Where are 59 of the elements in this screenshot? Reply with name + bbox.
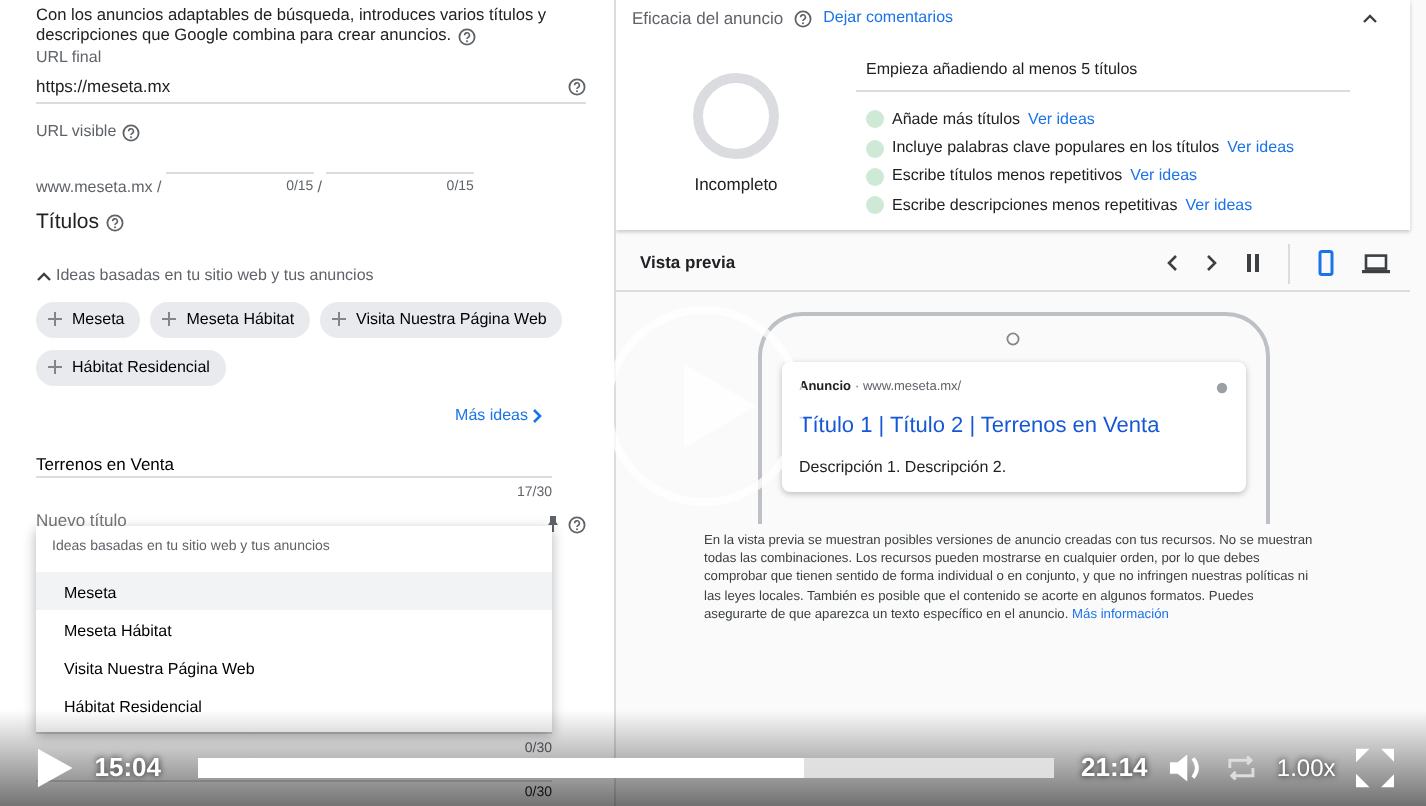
- help-icon[interactable]: [457, 27, 476, 46]
- ideas-link[interactable]: Ver ideas: [1028, 107, 1095, 132]
- feedback-link[interactable]: Dejar comentarios: [823, 6, 954, 31]
- plus-icon: [48, 360, 62, 375]
- ring-icon: [688, 67, 784, 164]
- duration-time: 21:14: [1081, 750, 1148, 787]
- plus-icon: [48, 312, 62, 327]
- ideas-link[interactable]: Ver ideas: [1130, 164, 1198, 189]
- idea-chip[interactable]: Meseta: [36, 301, 141, 338]
- tip-text: Escribe títulos menos repetitivos: [892, 164, 1123, 189]
- dropdown-item[interactable]: Meseta: [36, 571, 552, 609]
- dropdown-item[interactable]: Hábitat Residencial: [36, 685, 552, 723]
- chevron-right-icon[interactable]: [532, 407, 542, 424]
- plus-icon: [162, 312, 177, 327]
- chevron-left-icon[interactable]: [1166, 254, 1178, 272]
- title-input-field[interactable]: Terrenos en Venta: [36, 451, 552, 478]
- field-label: URL visible: [36, 122, 117, 141]
- idea-chip[interactable]: Visita Nuestra Página Web: [320, 301, 563, 338]
- idea-chip[interactable]: Hábitat Residencial: [36, 349, 226, 386]
- ideas-link[interactable]: Ver ideas: [1227, 136, 1295, 161]
- ideas-link[interactable]: Ver ideas: [1185, 193, 1253, 218]
- camera-icon: [1006, 332, 1020, 346]
- pin-icon[interactable]: [548, 516, 558, 533]
- url-separator-text: /: [317, 175, 322, 200]
- chevron-right-icon[interactable]: [1206, 254, 1218, 272]
- intro-text: Con los anuncios adaptables de búsqueda, introduces varios títulos y descripciones que Google combina para crear anuncios.: [36, 4, 549, 46]
- plus-icon: [332, 312, 347, 327]
- ad-headline[interactable]: Título 1 | Título 2 | Terrenos en Venta: [799, 409, 1227, 443]
- phone-icon[interactable]: [1318, 250, 1334, 276]
- chevron-up-icon[interactable]: [36, 269, 52, 282]
- tip-text: Incluye palabras clave populares en los títulos: [892, 136, 1220, 161]
- strength-headline: Empieza añadiendo al menos 5 títulos: [856, 57, 1350, 92]
- laptop-icon[interactable]: [1362, 253, 1390, 273]
- fullscreen-icon[interactable]: [1355, 748, 1394, 788]
- help-icon[interactable]: [122, 123, 141, 142]
- help-icon[interactable]: [793, 9, 812, 28]
- info-icon[interactable]: [1215, 381, 1227, 394]
- dropdown-item[interactable]: Meseta Hábitat: [36, 609, 552, 647]
- section-title: Vista previa: [640, 250, 736, 276]
- dropdown-item[interactable]: Visita Nuestra Página Web: [36, 647, 552, 685]
- ad-description: Descripción 1. Descripción 2.: [799, 456, 1009, 481]
- strength-status: Incompleto: [694, 171, 778, 197]
- ideas-toggle[interactable]: Ideas basadas en tu sitio web y tus anuncios: [56, 263, 374, 288]
- current-time: 15:04: [94, 750, 161, 787]
- collapse-icon[interactable]: [1362, 12, 1378, 25]
- more-ideas-link[interactable]: Más ideas: [455, 403, 528, 428]
- card-title: Eficacia del anuncio: [632, 6, 784, 32]
- help-icon[interactable]: [568, 516, 586, 535]
- play-icon[interactable]: [36, 746, 75, 790]
- pause-icon[interactable]: [1246, 254, 1260, 272]
- section-title: Títulos: [36, 209, 100, 234]
- url-domain-text: www.meseta.mx /: [36, 175, 162, 200]
- idea-chip[interactable]: Meseta Hábitat: [150, 301, 311, 338]
- help-icon[interactable]: [105, 214, 124, 233]
- field-label: URL final: [36, 45, 104, 70]
- url-field[interactable]: https://meseta.mx: [36, 73, 171, 99]
- help-icon[interactable]: [568, 77, 586, 96]
- tip-text: Escribe descripciones menos repetitivas: [892, 193, 1178, 218]
- tip-text: Añade más títulos: [892, 107, 1021, 132]
